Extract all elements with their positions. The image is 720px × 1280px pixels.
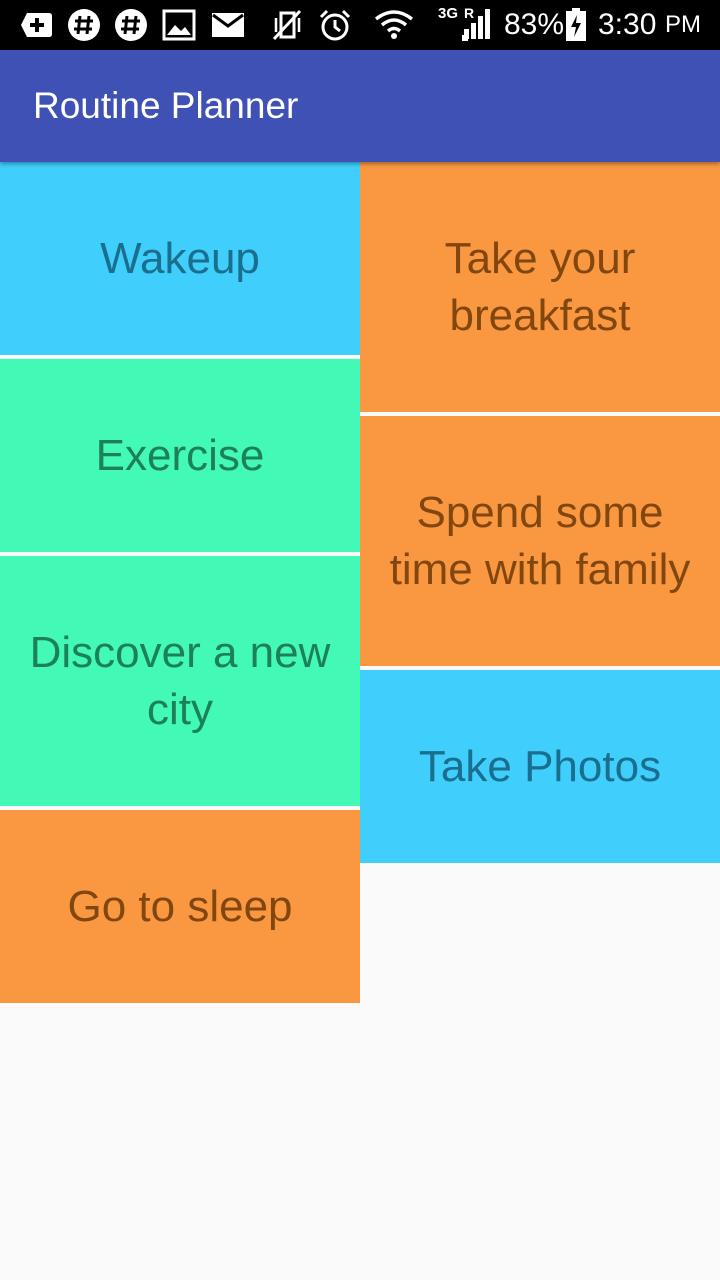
routine-tile-label: Spend some time with family	[389, 488, 691, 594]
add-icon	[20, 8, 54, 42]
routine-tile-label: Discover a new city	[29, 628, 331, 734]
alarm-icon	[318, 8, 352, 42]
network-type: 3G	[438, 5, 459, 22]
app-title: Routine Planner	[33, 85, 299, 126]
routine-tile-label: Wakeup	[100, 234, 260, 283]
signal-icon	[458, 6, 494, 41]
routine-tile-discover-city[interactable]: Discover a new city	[0, 556, 360, 806]
routine-tile-exercise[interactable]: Exercise	[0, 359, 360, 552]
routine-tile-label: Take your breakfast	[444, 234, 636, 340]
image-icon	[162, 8, 196, 42]
routine-tile-label: Exercise	[95, 431, 265, 480]
status-bar: 3G R 83% 3:30 PM	[0, 0, 720, 50]
hashtag-icon	[114, 8, 148, 42]
routine-tile-label: Take Photos	[418, 742, 662, 791]
routine-tile-take-photos[interactable]: Take Photos	[360, 670, 720, 863]
routine-tile-wakeup[interactable]: Wakeup	[0, 162, 360, 355]
routine-tile-breakfast[interactable]: Take your breakfast	[360, 162, 720, 412]
vibrate-off-icon	[270, 8, 304, 42]
battery-percent: 83%	[504, 8, 565, 41]
routine-tile-family-time[interactable]: Spend some time with family	[360, 416, 720, 666]
clock-time: 3:30	[598, 8, 657, 41]
wifi-icon	[374, 8, 414, 42]
clock-ampm: PM	[665, 11, 701, 38]
mail-icon	[211, 8, 245, 42]
hashtag-icon	[67, 8, 101, 42]
battery-charging-icon	[564, 8, 588, 42]
routine-tile-label: Go to sleep	[67, 882, 293, 931]
app-bar: Routine Planner	[0, 50, 720, 162]
routine-tile-go-to-sleep[interactable]: Go to sleep	[0, 810, 360, 1003]
